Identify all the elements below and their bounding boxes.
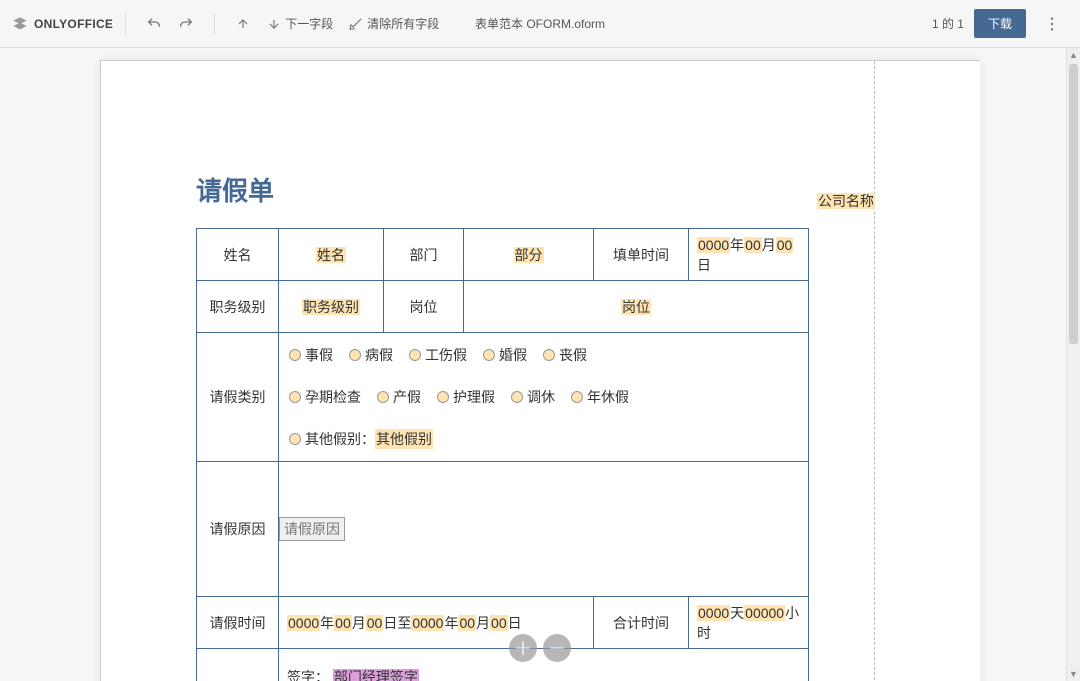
radio-icon xyxy=(289,391,301,403)
manager-sign-field[interactable]: 部门经理签字 xyxy=(333,669,419,681)
leave-type-radio-label: 年休假 xyxy=(587,387,629,407)
leave-type-options: 事假 病假 工伤假 婚假 丧假 孕期检查 产假 护理假 调休 年休假 其他假别： 其他假别 xyxy=(279,333,809,462)
table-row: 姓名 姓名 部门 部分 填单时间 0000年00月00日 xyxy=(197,229,809,281)
name-label: 姓名 xyxy=(197,229,279,281)
prev-field-button[interactable] xyxy=(227,8,259,40)
leave-type-radio-label: 工伤假 xyxy=(425,345,467,365)
scroll-thumb[interactable] xyxy=(1069,64,1078,344)
period-label: 请假时间 xyxy=(197,597,279,649)
document-page[interactable]: 请假单 公司名称 姓名 姓名 部门 部分 填单时间 0000年00月00日 职务… xyxy=(100,60,980,681)
reason-field-cell: 请假原因 xyxy=(279,462,809,597)
leave-type-radio-label: 婚假 xyxy=(499,345,527,365)
table-row: 请假原因 请假原因 xyxy=(197,462,809,597)
table-row: 请假时间 0000年00月00日至0000年00月00日 合计时间 0000天0… xyxy=(197,597,809,649)
radio-icon xyxy=(571,391,583,403)
page-counter: 1 的 1 xyxy=(932,15,964,32)
leave-type-radio[interactable]: 产假 xyxy=(377,387,421,407)
leave-type-radio[interactable]: 工伤假 xyxy=(409,345,467,365)
radio-icon xyxy=(349,349,361,361)
leave-type-radio[interactable]: 丧假 xyxy=(543,345,587,365)
onlyoffice-logo-icon xyxy=(12,16,28,32)
leave-type-label: 请假类别 xyxy=(197,333,279,462)
total-label: 合计时间 xyxy=(594,597,689,649)
dept-label: 部门 xyxy=(384,229,464,281)
zoom-out-button[interactable]: － xyxy=(543,634,571,662)
leave-type-radio[interactable]: 护理假 xyxy=(437,387,495,407)
leave-type-radio-label: 病假 xyxy=(365,345,393,365)
reason-label: 请假原因 xyxy=(197,462,279,597)
brand: ONLYOFFICE xyxy=(12,16,113,32)
leave-type-radio-other[interactable]: 其他假别： 其他假别 xyxy=(289,429,433,449)
table-row: 职务级别 职务级别 岗位 岗位 xyxy=(197,281,809,333)
leave-type-radio-label: 护理假 xyxy=(453,387,495,407)
radio-icon xyxy=(483,349,495,361)
toolbar: ONLYOFFICE 下一字段 清除所有字段 表单范本 OFORM.oform … xyxy=(0,0,1080,48)
leave-type-radio[interactable]: 事假 xyxy=(289,345,333,365)
joblevel-field[interactable]: 职务级别 xyxy=(279,281,384,333)
document-title: 表单范本 OFORM.oform xyxy=(475,15,605,32)
table-row: 请假类别 事假 病假 工伤假 婚假 丧假 孕期检查 产假 护理假 调休 年休假 其他假别： 其他… xyxy=(197,333,809,462)
radio-icon xyxy=(511,391,523,403)
more-menu-button[interactable] xyxy=(1036,8,1068,40)
radio-icon xyxy=(543,349,555,361)
radio-icon xyxy=(377,391,389,403)
radio-icon xyxy=(437,391,449,403)
clear-fields-button[interactable]: 清除所有字段 xyxy=(341,9,447,38)
dept-field[interactable]: 部分 xyxy=(464,229,594,281)
table-row: 部门经理 签字： 部门经理签字 xyxy=(197,649,809,681)
form-title: 请假单 xyxy=(196,171,274,208)
leave-type-radio[interactable]: 调休 xyxy=(511,387,555,407)
clear-fields-label: 清除所有字段 xyxy=(367,15,439,32)
zoom-in-button[interactable]: ＋ xyxy=(509,634,537,662)
undo-button[interactable] xyxy=(138,8,170,40)
leave-type-radio[interactable]: 婚假 xyxy=(483,345,527,365)
joblevel-label: 职务级别 xyxy=(197,281,279,333)
filltime-label: 填单时间 xyxy=(594,229,689,281)
leave-type-radio[interactable]: 年休假 xyxy=(571,387,629,407)
scroll-up-button[interactable]: ▲ xyxy=(1067,48,1080,62)
filltime-field[interactable]: 0000年00月00日 xyxy=(689,229,809,281)
leave-type-radio[interactable]: 孕期检查 xyxy=(289,387,361,407)
leave-type-radio-label: 孕期检查 xyxy=(305,387,361,407)
page-fab-group: ＋ － xyxy=(509,634,571,662)
brand-text: ONLYOFFICE xyxy=(34,17,113,31)
next-field-button[interactable]: 下一字段 xyxy=(259,9,341,38)
page-margin-guide xyxy=(874,61,875,681)
leave-type-radio-label: 事假 xyxy=(305,345,333,365)
position-label: 岗位 xyxy=(384,281,464,333)
other-leave-field[interactable]: 其他假别 xyxy=(375,429,433,449)
radio-icon xyxy=(289,349,301,361)
vertical-scrollbar[interactable]: ▲ ▼ xyxy=(1066,48,1080,681)
position-field[interactable]: 岗位 xyxy=(464,281,809,333)
redo-button[interactable] xyxy=(170,8,202,40)
name-field[interactable]: 姓名 xyxy=(279,229,384,281)
canvas-area: 请假单 公司名称 姓名 姓名 部门 部分 填单时间 0000年00月00日 职务… xyxy=(0,48,1080,681)
next-field-label: 下一字段 xyxy=(285,15,333,32)
leave-type-radio-label: 产假 xyxy=(393,387,421,407)
radio-icon xyxy=(289,433,301,445)
radio-icon xyxy=(409,349,421,361)
leave-form-table: 姓名 姓名 部门 部分 填单时间 0000年00月00日 职务级别 职务级别 岗… xyxy=(196,228,809,681)
download-button[interactable]: 下载 xyxy=(974,9,1026,38)
manager-label: 部门经理 xyxy=(197,649,279,681)
leave-type-radio[interactable]: 病假 xyxy=(349,345,393,365)
company-name-field[interactable]: 公司名称 xyxy=(817,191,875,211)
reason-field[interactable]: 请假原因 xyxy=(279,517,345,541)
leave-type-radio-label: 丧假 xyxy=(559,345,587,365)
total-field[interactable]: 0000天00000小时 xyxy=(689,597,809,649)
leave-type-radio-label: 调休 xyxy=(527,387,555,407)
scroll-down-button[interactable]: ▼ xyxy=(1067,667,1080,681)
